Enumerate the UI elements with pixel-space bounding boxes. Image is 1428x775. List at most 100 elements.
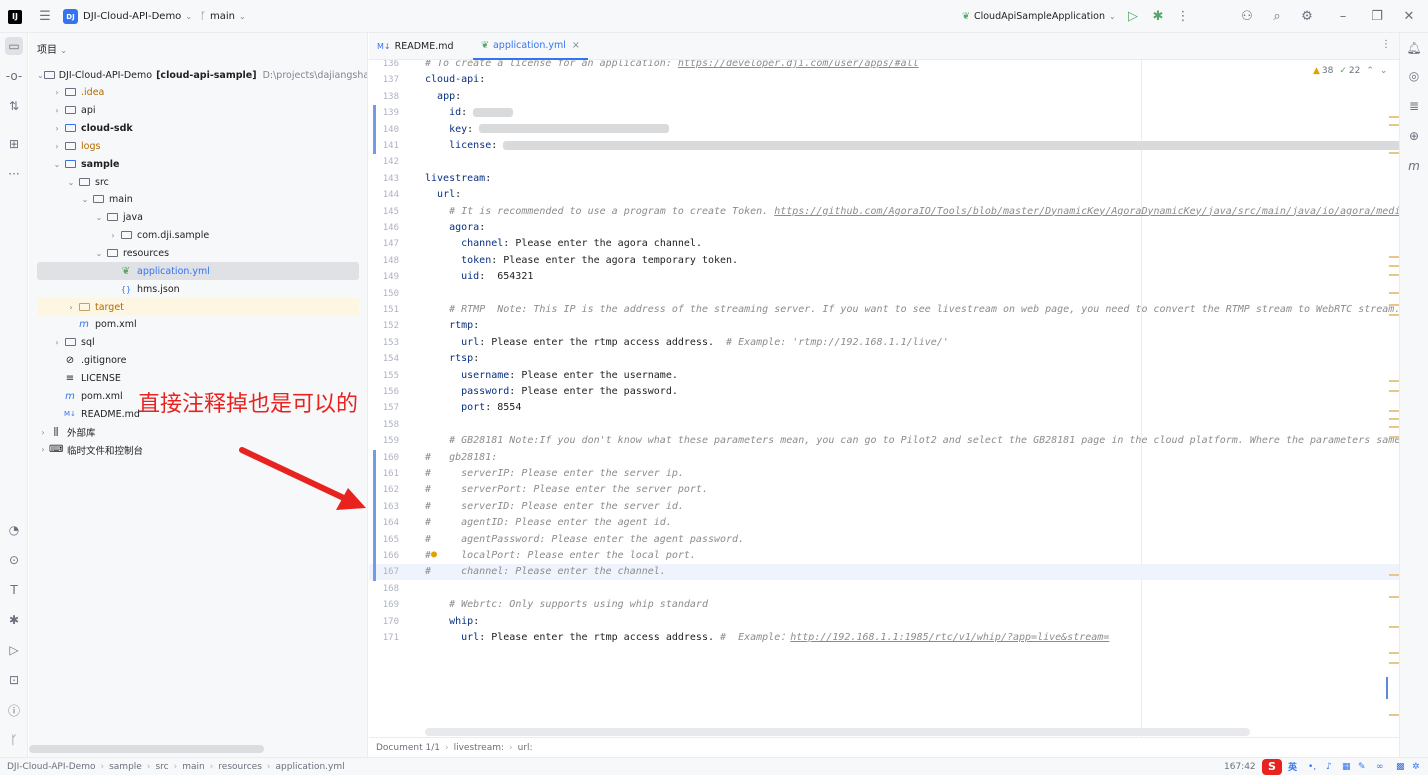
code-line[interactable]: # gb28181:: [425, 450, 497, 466]
ime-settings-icon[interactable]: ✲: [1412, 762, 1420, 772]
code-line[interactable]: id:: [425, 105, 514, 121]
code-line[interactable]: url: Please enter the rtmp access addres…: [425, 630, 1109, 646]
tree-item[interactable]: ≡ LICENSE: [37, 369, 359, 387]
tree-item[interactable]: ⌄ resources: [37, 245, 359, 263]
breadcrumb-item[interactable]: sample: [109, 762, 142, 772]
tree-item[interactable]: {} hms.json: [37, 280, 359, 298]
chevron-right-icon[interactable]: ›: [51, 106, 63, 115]
code-line[interactable]: url:: [425, 187, 461, 203]
services-icon[interactable]: ⊙: [5, 551, 23, 569]
code-line[interactable]: password: Please enter the password.: [425, 384, 678, 400]
chevron-down-icon[interactable]: ⌄: [79, 195, 91, 204]
code-line[interactable]: key:: [425, 122, 670, 138]
tree-item[interactable]: ⌄ src: [37, 173, 359, 191]
stripe-mark[interactable]: [1389, 390, 1399, 392]
code-line[interactable]: # RTMP Note: This IP is the address of t…: [425, 302, 1399, 318]
ime-toolbox-icon[interactable]: ∞: [1376, 762, 1384, 772]
terminal-icon[interactable]: ⊡: [5, 671, 23, 689]
code-line[interactable]: agora:: [425, 220, 485, 236]
tree-item[interactable]: m pom.xml: [37, 316, 359, 334]
breadcrumb-livestream[interactable]: livestream:: [454, 743, 504, 753]
chevron-right-icon[interactable]: ›: [51, 338, 63, 347]
code-line[interactable]: # serverID: Please enter the server id.: [425, 499, 684, 515]
stripe-mark[interactable]: [1389, 256, 1399, 258]
stripe-mark[interactable]: [1389, 426, 1399, 428]
breadcrumb-document[interactable]: Document 1/1: [376, 743, 440, 753]
stripe-mark[interactable]: [1389, 662, 1399, 664]
stripe-mark[interactable]: [1389, 714, 1399, 716]
stripe-mark[interactable]: [1389, 274, 1399, 276]
database-icon[interactable]: ≣: [1405, 97, 1423, 115]
ime-punct-icon[interactable]: •,: [1308, 762, 1316, 772]
chevron-right-icon[interactable]: ›: [51, 88, 63, 97]
chevron-down-icon[interactable]: ⌄: [1380, 66, 1388, 76]
code-line[interactable]: # channel: Please enter the channel.: [425, 564, 666, 580]
code-line[interactable]: uid: 654321: [425, 269, 533, 285]
code-line[interactable]: # serverPort: Please enter the server po…: [425, 482, 708, 498]
stripe-mark[interactable]: [1389, 152, 1399, 154]
restore-icon[interactable]: ❐: [1366, 6, 1388, 28]
code-line[interactable]: # GB28181 Note:If you don't know what th…: [425, 433, 1399, 449]
chevron-down-icon[interactable]: ⌄: [65, 178, 77, 187]
close-window-icon[interactable]: ✕: [1398, 6, 1420, 28]
tree-item[interactable]: › com.dji.sample: [37, 227, 359, 245]
chevron-down-icon[interactable]: ⌄: [93, 249, 105, 258]
more-tools-icon[interactable]: ···: [5, 165, 23, 183]
ime-logo-icon[interactable]: S: [1262, 758, 1282, 775]
git-tool-icon[interactable]: ᚴ: [5, 731, 23, 749]
tree-item[interactable]: › target: [37, 298, 359, 317]
tree-item[interactable]: ⌄ sample: [37, 155, 359, 173]
commit-tool-icon[interactable]: -o-: [5, 67, 23, 85]
ime-grid-icon[interactable]: ▩: [1396, 762, 1405, 772]
ime-skin-icon[interactable]: ✎: [1358, 762, 1366, 772]
panel-scrollbar[interactable]: [29, 745, 264, 753]
breadcrumb-item[interactable]: main: [182, 762, 205, 772]
chevron-right-icon[interactable]: ›: [37, 428, 49, 437]
endpoints-globe-icon[interactable]: ⊕: [1405, 127, 1423, 145]
code-line[interactable]: livestream:: [425, 171, 491, 187]
chevron-up-icon[interactable]: ⌃: [1366, 66, 1374, 76]
code-line[interactable]: # agentPassword: Please enter the agent …: [425, 532, 744, 548]
tree-item[interactable]: › .idea: [37, 84, 359, 102]
branch-selector[interactable]: ᚴ main ⌄: [200, 0, 246, 33]
stripe-mark[interactable]: [1389, 116, 1399, 118]
code-line[interactable]: token: Please enter the agora temporary …: [425, 253, 738, 269]
chevron-right-icon[interactable]: ›: [37, 445, 49, 454]
code-line[interactable]: # localPort: Please enter the local port…: [425, 548, 696, 564]
problems-icon[interactable]: ⓘ: [5, 701, 23, 719]
code-line[interactable]: cloud-api:: [425, 72, 485, 88]
ime-keyboard-icon[interactable]: ▦: [1342, 762, 1351, 772]
code-editor[interactable]: 136 # To create a license for an applicat…: [369, 60, 1399, 737]
project-selector[interactable]: DJ DJI-Cloud-API-Demo ⌄: [63, 0, 192, 33]
stripe-mark[interactable]: [1389, 314, 1399, 316]
stripe-mark[interactable]: [1389, 292, 1399, 294]
tree-item[interactable]: ⌄ DJI-Cloud-API-Demo [cloud-api-sample] D:\…: [37, 66, 367, 84]
code-line[interactable]: # serverIP: Please enter the server ip.: [425, 466, 684, 482]
project-tool-icon[interactable]: ▭: [5, 37, 23, 55]
run-config-selector[interactable]: ❦ CloudApiSampleApplication ⌄: [962, 0, 1116, 33]
stripe-mark[interactable]: [1389, 124, 1399, 126]
code-line[interactable]: # Webrtc: Only supports using whip stand…: [425, 597, 708, 613]
minimize-icon[interactable]: –: [1332, 6, 1354, 28]
tree-item[interactable]: ❦ application.yml: [37, 262, 359, 281]
tab-options-icon[interactable]: ⋮: [1381, 39, 1391, 50]
code-line[interactable]: # agentID: Please enter the agent id.: [425, 515, 672, 531]
code-line[interactable]: port: 8554: [425, 400, 521, 416]
notifications-icon[interactable]: 🔔︎: [1405, 39, 1423, 57]
stripe-mark[interactable]: [1389, 410, 1399, 412]
stripe-mark[interactable]: [1389, 304, 1399, 306]
tree-item[interactable]: ⌄ main: [37, 191, 359, 209]
chevron-right-icon[interactable]: ›: [51, 142, 63, 151]
ai-assistant-icon[interactable]: ◎: [1405, 67, 1423, 85]
tree-item[interactable]: ⌄ java: [37, 209, 359, 227]
code-line[interactable]: username: Please enter the username.: [425, 368, 678, 384]
cursor-position[interactable]: 167:42: [1224, 762, 1256, 772]
code-line[interactable]: rtmp:: [425, 318, 479, 334]
vcs-change-marker[interactable]: [373, 449, 376, 581]
code-line[interactable]: app:: [425, 89, 461, 105]
pull-requests-icon[interactable]: ⇅: [5, 97, 23, 115]
tree-item[interactable]: ⊘ .gitignore: [37, 352, 359, 370]
debug-icon[interactable]: ✱: [1147, 6, 1169, 28]
breadcrumb-url[interactable]: url:: [518, 743, 533, 753]
vcs-change-marker[interactable]: [373, 105, 376, 155]
